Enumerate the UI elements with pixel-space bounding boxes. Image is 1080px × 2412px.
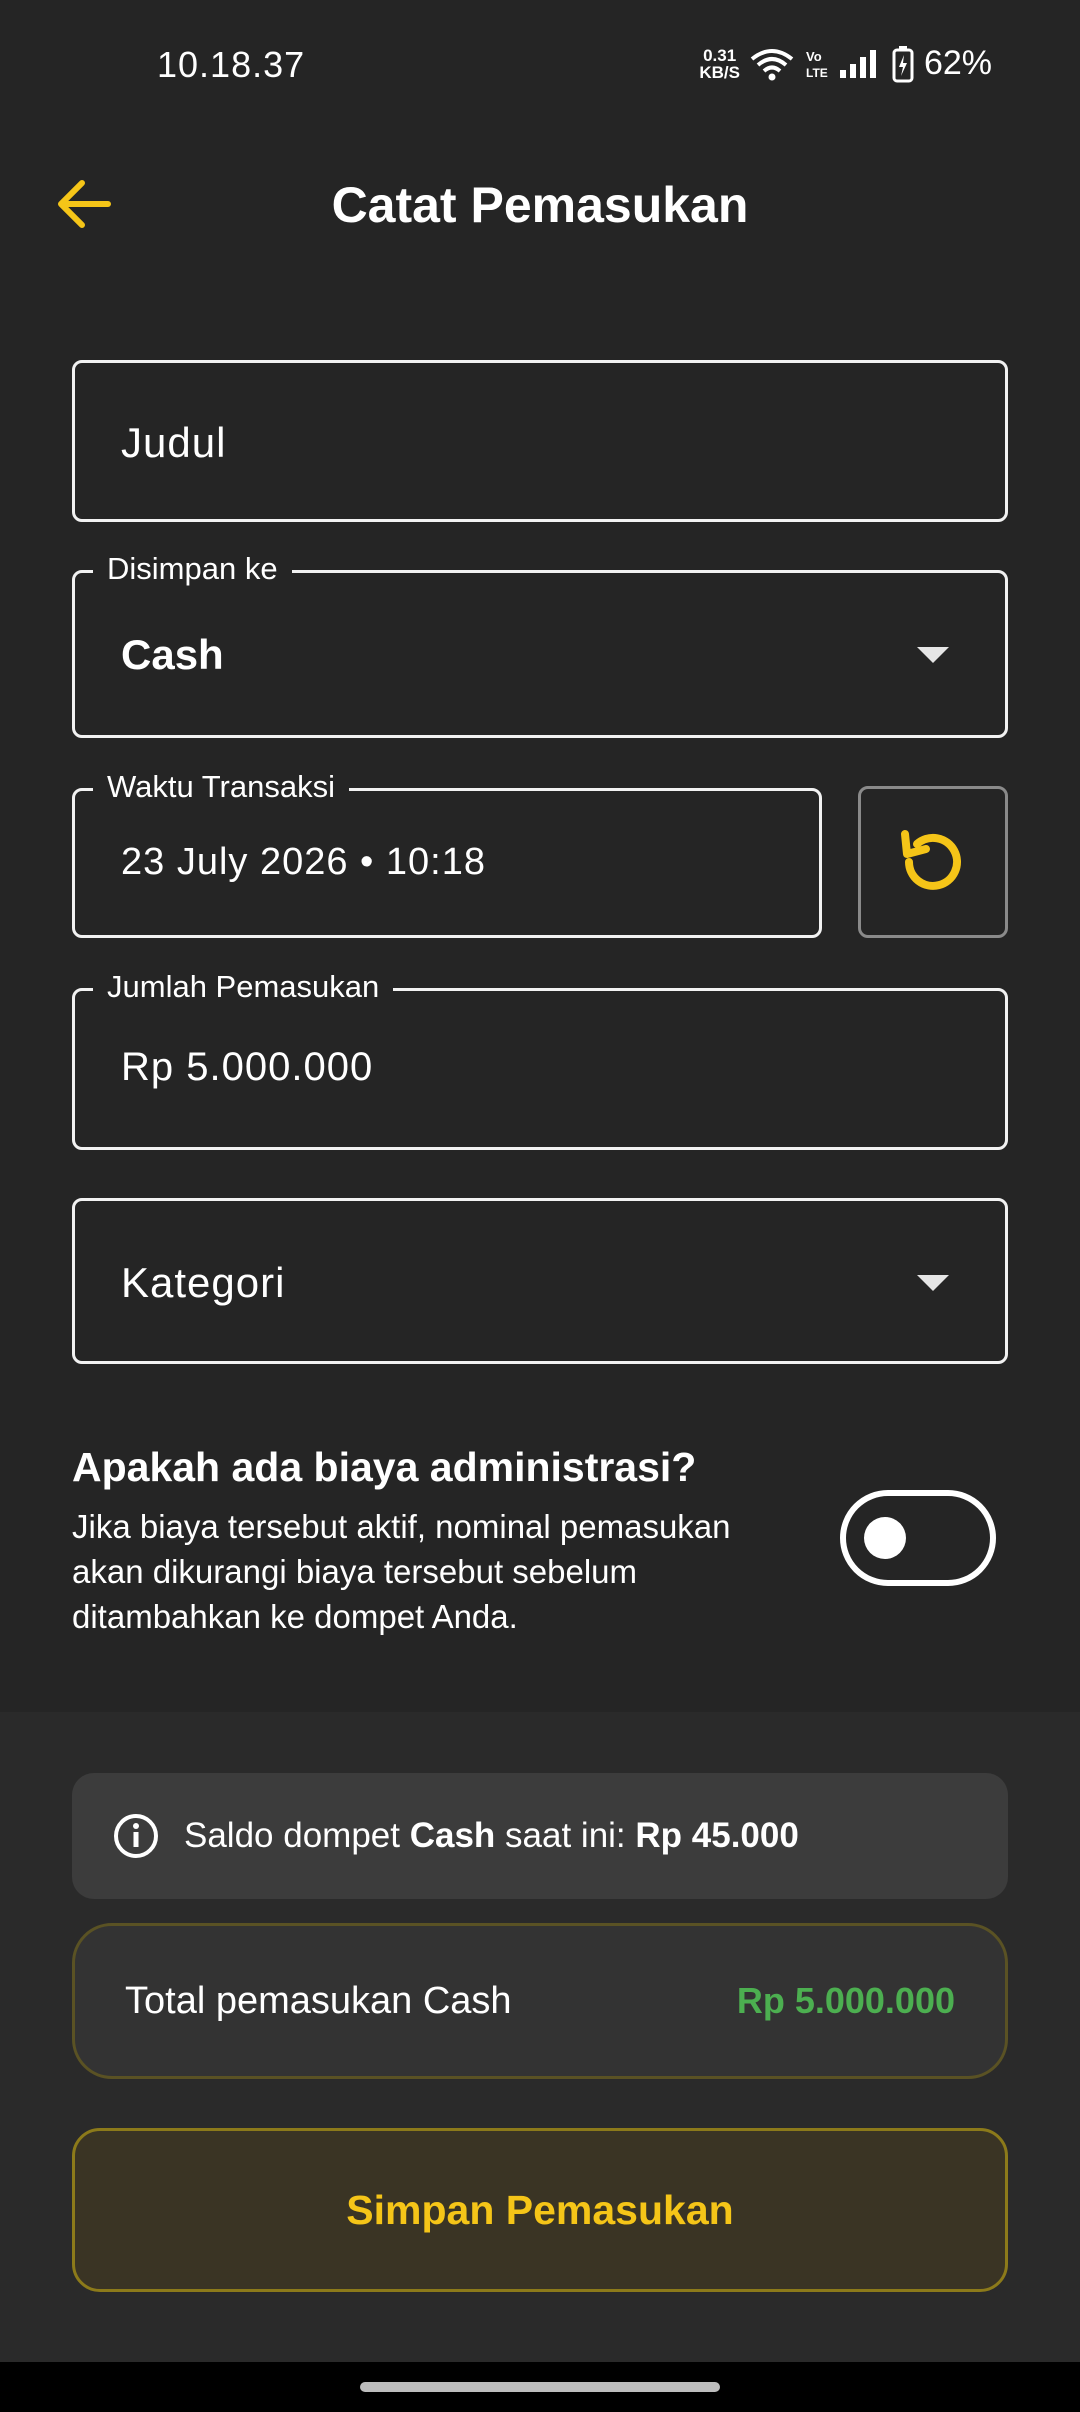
battery-percent: 62% <box>923 44 992 82</box>
network-speed: 0.31 KB/S <box>699 47 740 81</box>
status-icons: 0.31 KB/S Vo LTE 62% <box>699 44 992 83</box>
info-icon <box>114 1814 158 1858</box>
admin-fee-toggle[interactable] <box>840 1490 996 1586</box>
network-speed-value: 0.31 <box>703 45 737 65</box>
chevron-down-icon <box>917 1275 949 1291</box>
total-income-summary: Total pemasukan Cash Rp 5.000.000 <box>72 1923 1008 2079</box>
wallet-balance-info: Saldo dompet Cash saat ini: Rp 45.000 <box>72 1773 1008 1899</box>
wallet-value: Cash <box>121 631 224 678</box>
page-title: Catat Pemasukan <box>331 177 749 233</box>
status-time: 10.18.37 <box>157 44 306 85</box>
category-select[interactable]: Kategori <box>72 1198 1008 1364</box>
volte-icon: Vo LTE <box>806 49 828 80</box>
signal-icon <box>839 49 876 78</box>
category-placeholder: Kategori <box>121 1259 286 1306</box>
amount-value: Rp 5.000.000 <box>121 1045 374 1089</box>
wifi-icon <box>750 48 794 80</box>
reset-time-button[interactable] <box>858 786 1008 938</box>
toggle-knob <box>864 1517 906 1559</box>
network-speed-unit: KB/S <box>699 62 740 82</box>
info-wallet-name: Cash <box>409 1816 496 1855</box>
info-balance: Rp 45.000 <box>635 1816 799 1855</box>
transaction-time-label: Waktu Transaksi <box>93 769 349 805</box>
refresh-icon <box>901 830 961 890</box>
title-placeholder: Judul <box>121 419 227 466</box>
total-income-label: Total pemasukan Cash <box>125 1979 512 2022</box>
home-indicator[interactable] <box>360 2382 720 2392</box>
amount-field[interactable]: Jumlah Pemasukan Rp 5.000.000 <box>72 969 1008 1150</box>
chevron-down-icon <box>917 647 949 663</box>
title-field[interactable]: Judul <box>72 360 1008 522</box>
wallet-balance-text: Saldo dompet Cash saat ini: Rp 45.000 <box>184 1816 799 1856</box>
wallet-label: Disimpan ke <box>93 551 292 587</box>
transaction-time-value: 23 July 2026 • 10:18 <box>121 841 487 883</box>
svg-text:Vo: Vo <box>806 49 822 64</box>
amount-label: Jumlah Pemasukan <box>93 969 394 1005</box>
total-income-value: Rp 5.000.000 <box>736 1980 955 2021</box>
wallet-select[interactable]: Disimpan ke Cash <box>72 551 1008 738</box>
save-income-button[interactable]: Simpan Pemasukan <box>72 2128 1008 2292</box>
transaction-time-field[interactable]: Waktu Transaksi 23 July 2026 • 10:18 <box>72 769 822 938</box>
info-prefix: Saldo dompet <box>184 1816 410 1855</box>
info-middle: saat ini: <box>495 1816 636 1855</box>
admin-fee-question: Apakah ada biaya administrasi? <box>72 1444 697 1490</box>
admin-fee-description: Jika biaya tersebut aktif, nominal pemas… <box>72 1508 731 1635</box>
svg-text:LTE: LTE <box>806 66 828 80</box>
battery-icon <box>892 45 914 82</box>
